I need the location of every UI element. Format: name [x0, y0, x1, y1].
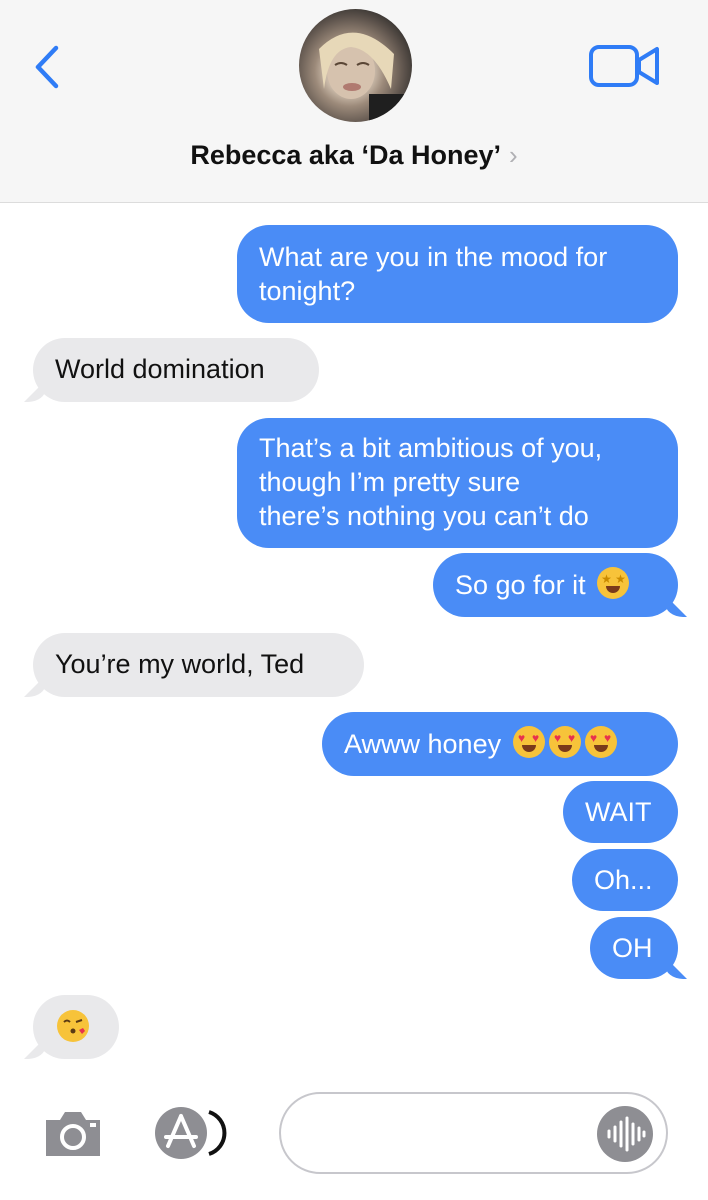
heart-eyes-emoji: ♥ ♥: [584, 726, 617, 758]
message-bubble-outgoing[interactable]: WAIT: [563, 781, 678, 843]
message-text: tonight?: [259, 276, 356, 306]
message-bubble-outgoing[interactable]: So go for it ★ ★: [433, 553, 678, 617]
message-text: there’s nothing you can’t do: [259, 501, 589, 531]
chevron-right-icon: ›: [509, 140, 518, 170]
contact-name-label: Rebecca aka ‘Da Honey’: [190, 140, 501, 170]
heart-eyes-emoji: ♥ ♥: [512, 726, 545, 758]
message-text: OH: [612, 933, 653, 963]
star-struck-emoji: ★ ★: [597, 567, 630, 599]
message-bubble-incoming[interactable]: [33, 995, 119, 1059]
camera-icon[interactable]: [42, 1108, 104, 1158]
app-store-icon[interactable]: [152, 1106, 230, 1160]
message-text: Oh...: [594, 865, 653, 895]
conversation-header: Rebecca aka ‘Da Honey’ ›: [0, 0, 708, 203]
message-bubble-incoming[interactable]: World domination: [33, 338, 319, 402]
kissing-face-emoji: [57, 1010, 89, 1042]
message-bubble-outgoing[interactable]: Awww honey ♥ ♥ ♥ ♥ ♥ ♥: [322, 712, 678, 776]
message-bubble-outgoing[interactable]: That’s a bit ambitious of you, though I’…: [237, 418, 678, 548]
avatar[interactable]: [299, 9, 412, 122]
message-text: World domination: [55, 354, 265, 384]
message-bubble-incoming[interactable]: You’re my world, Ted: [33, 633, 364, 697]
video-camera-icon[interactable]: [588, 42, 662, 90]
message-bubble-outgoing[interactable]: What are you in the mood for tonight?: [237, 225, 678, 323]
message-text: though I’m pretty sure: [259, 467, 521, 497]
message-bubble-outgoing[interactable]: OH: [590, 917, 678, 979]
message-input[interactable]: [305, 1114, 589, 1154]
audio-waveform-icon[interactable]: [597, 1106, 653, 1162]
chevron-left-icon[interactable]: [30, 44, 64, 90]
message-bubble-outgoing[interactable]: Oh...: [572, 849, 678, 911]
heart-eyes-emoji: ♥ ♥: [548, 726, 581, 758]
message-text: So go for it: [455, 570, 586, 600]
message-text: WAIT: [585, 797, 652, 827]
contact-name[interactable]: Rebecca aka ‘Da Honey’ ›: [0, 140, 708, 171]
message-text: That’s a bit ambitious of you,: [259, 433, 603, 463]
message-text: Awww honey: [344, 729, 502, 759]
message-input-container[interactable]: [279, 1092, 668, 1174]
compose-toolbar: [0, 1080, 708, 1200]
message-text: What are you in the mood for: [259, 242, 608, 272]
message-text: You’re my world, Ted: [55, 649, 305, 679]
